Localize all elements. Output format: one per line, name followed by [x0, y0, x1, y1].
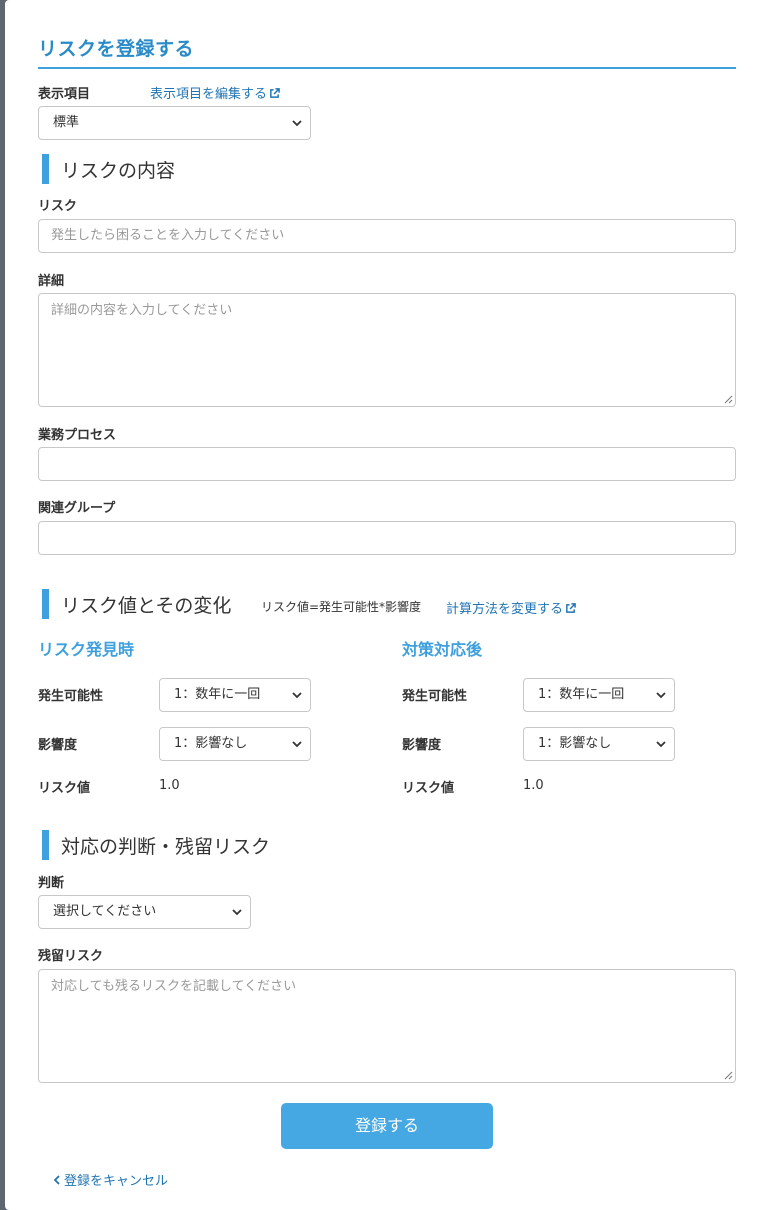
risk-formula: リスク値=発生可能性*影響度: [261, 600, 422, 614]
title-divider: [38, 67, 736, 69]
section-title-risk-content: リスクの内容: [61, 160, 176, 182]
external-link-icon: [270, 88, 280, 98]
related-group-input[interactable]: [38, 521, 736, 555]
before-likelihood-selected: 1：数年に一回: [174, 687, 261, 702]
before-impact-selected: 1：影響なし: [174, 736, 248, 751]
judgement-label: 判断: [38, 876, 65, 891]
risk-input[interactable]: 発生したら困ることを入力してください: [38, 219, 736, 253]
before-impact-select[interactable]: 1：影響なし: [159, 727, 311, 761]
chevron-down-icon: [292, 692, 302, 699]
after-impact-select[interactable]: 1：影響なし: [523, 727, 675, 761]
register-risk-modal: リスクを登録する 表示項目 表示項目を編集する 標準 リスクの内容 リスク 発生…: [5, 0, 771, 1210]
residual-risk-placeholder: 対応しても残るリスクを記載してください: [51, 979, 297, 994]
cancel-link[interactable]: 登録をキャンセル: [53, 1170, 168, 1189]
change-calculation-link[interactable]: 計算方法を変更する: [446, 598, 576, 617]
section-marker: [42, 589, 49, 619]
before-impact-label: 影響度: [38, 738, 78, 753]
before-title: リスク発見時: [38, 640, 135, 659]
before-risk-value: 1.0: [159, 778, 180, 793]
chevron-down-icon: [656, 741, 666, 748]
detail-textarea-placeholder: 詳細の内容を入力してください: [51, 303, 233, 318]
edit-display-items-text: 表示項目を編集する: [150, 87, 268, 102]
after-impact-label: 影響度: [402, 738, 442, 753]
chevron-left-icon: [53, 1175, 60, 1185]
display-items-select[interactable]: 標準: [38, 106, 311, 140]
after-likelihood-selected: 1：数年に一回: [538, 687, 625, 702]
chevron-down-icon: [656, 692, 666, 699]
judgement-selected: 選択してください: [53, 904, 157, 919]
page-title: リスクを登録する: [38, 38, 195, 60]
register-button[interactable]: 登録する: [281, 1103, 493, 1149]
business-process-input[interactable]: [38, 447, 736, 481]
section-title-risk-value: リスク値とその変化: [61, 595, 232, 617]
cancel-link-text: 登録をキャンセル: [64, 1174, 169, 1189]
judgement-select[interactable]: 選択してください: [38, 895, 251, 929]
chevron-down-icon: [232, 909, 242, 916]
after-likelihood-label: 発生可能性: [402, 689, 468, 704]
risk-input-placeholder: 発生したら困ることを入力してください: [51, 228, 285, 243]
after-likelihood-select[interactable]: 1：数年に一回: [523, 678, 675, 712]
display-items-selected: 標準: [53, 115, 80, 130]
chevron-down-icon: [292, 741, 302, 748]
before-likelihood-select[interactable]: 1：数年に一回: [159, 678, 311, 712]
detail-textarea[interactable]: 詳細の内容を入力してください: [38, 293, 736, 407]
edit-display-items-link[interactable]: 表示項目を編集する: [150, 83, 280, 102]
external-link-icon: [566, 603, 576, 613]
section-marker: [42, 154, 49, 184]
section-marker: [42, 830, 49, 860]
risk-label: リスク: [38, 199, 78, 214]
change-calculation-text: 計算方法を変更する: [446, 602, 564, 617]
after-risk-value-label: リスク値: [402, 781, 455, 796]
display-items-label: 表示項目: [38, 87, 91, 102]
residual-risk-textarea[interactable]: 対応しても残るリスクを記載してください: [38, 969, 736, 1083]
after-impact-selected: 1：影響なし: [538, 736, 612, 751]
resize-grip-icon[interactable]: [724, 395, 733, 404]
section-title-judgement: 対応の判断・残留リスク: [61, 836, 271, 858]
before-likelihood-label: 発生可能性: [38, 689, 104, 704]
detail-label: 詳細: [38, 274, 65, 289]
related-group-label: 関連グループ: [38, 501, 116, 516]
after-risk-value: 1.0: [523, 778, 544, 793]
residual-risk-label: 残留リスク: [38, 949, 104, 964]
before-risk-value-label: リスク値: [38, 781, 91, 796]
business-process-label: 業務プロセス: [38, 428, 117, 443]
chevron-down-icon: [292, 120, 302, 127]
resize-grip-icon[interactable]: [724, 1071, 733, 1080]
after-title: 対策対応後: [402, 640, 483, 659]
